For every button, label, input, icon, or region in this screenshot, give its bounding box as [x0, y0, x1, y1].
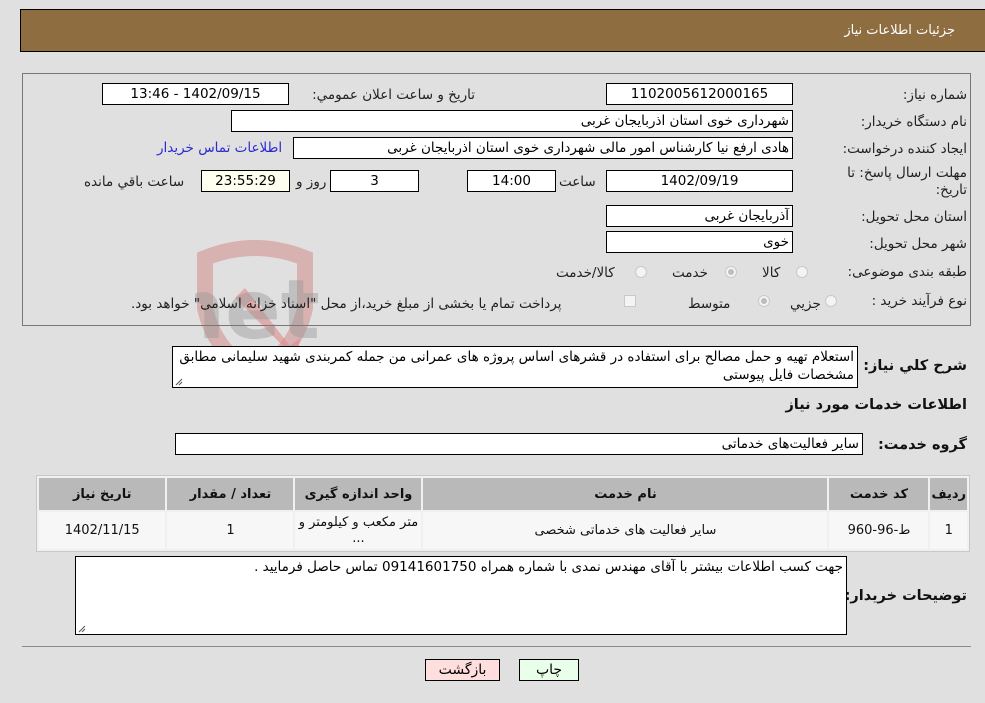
description-text: استعلام تهیه و حمل مصالح برای استفاده در…: [179, 349, 854, 383]
deadline-label-line1: مهلت ارسال پاسخ: تا: [847, 165, 967, 181]
column-header-quantity: تعداد / مقدار: [167, 478, 294, 510]
column-header-row-number: ردیف: [930, 478, 967, 510]
service-group-field: سایر فعالیت‌های خدماتی: [175, 433, 863, 455]
category-radio-goods[interactable]: [796, 266, 808, 278]
column-header-service-name: نام خدمت: [423, 478, 828, 510]
resize-grip-icon[interactable]: [175, 378, 183, 386]
process-radio-small[interactable]: [825, 295, 837, 307]
cell-row-number: 1: [930, 512, 967, 549]
services-table: ردیف کد خدمت نام خدمت واحد اندازه گیری ت…: [36, 475, 970, 552]
deadline-time-field: 14:00: [467, 170, 556, 192]
days-label: روز و: [296, 174, 327, 190]
buyer-notes-text: جهت کسب اطلاعات بیشتر با آقای مهندس نمدی…: [254, 559, 843, 575]
category-label: طبقه بندی موضوعی:: [847, 264, 967, 280]
cell-unit: متر مکعب و کیلومتر و ...: [295, 512, 422, 549]
process-small-label: جزيي: [790, 296, 821, 312]
column-header-unit: واحد اندازه گیری: [295, 478, 422, 510]
remaining-time-field: 23:55:29: [201, 170, 290, 192]
description-label: شرح کلي نیاز:: [863, 358, 967, 374]
remaining-days-field: 3: [330, 170, 419, 192]
resize-grip-icon[interactable]: [78, 625, 86, 633]
page-header: جزئیات اطلاعات نیاز: [20, 9, 985, 52]
back-button[interactable]: بازگشت: [425, 659, 500, 681]
buyer-org-label: نام دستگاه خریدار:: [860, 114, 967, 130]
deadline-label-line2: تاریخ:: [935, 182, 967, 198]
cell-quantity: 1: [167, 512, 294, 549]
need-number-field: 1102005612000165: [606, 83, 793, 105]
divider: [22, 646, 971, 647]
requester-label: ایجاد کننده درخواست:: [842, 141, 967, 157]
process-radio-medium[interactable]: [758, 295, 770, 307]
description-textarea[interactable]: استعلام تهیه و حمل مصالح برای استفاده در…: [172, 346, 858, 388]
deadline-date-field: 1402/09/19: [606, 170, 793, 192]
buyer-org-field: شهرداری خوی استان اذربایجان غربی: [231, 110, 793, 132]
requester-field: هادی ارفع نیا کارشناس امور مالی شهرداری …: [293, 137, 793, 159]
remaining-time-label: ساعت باقي مانده: [84, 174, 185, 190]
announce-datetime-field: 1402/09/15 - 13:46: [102, 83, 289, 105]
category-service-label: خدمت: [672, 265, 708, 281]
category-radio-service[interactable]: [725, 266, 737, 278]
buyer-notes-textarea[interactable]: جهت کسب اطلاعات بیشتر با آقای مهندس نمدی…: [75, 556, 847, 635]
province-label: استان محل تحویل:: [861, 209, 967, 225]
column-header-need-date: تاریخ نیاز: [39, 478, 166, 510]
process-label: نوع فرآیند خرید :: [871, 293, 967, 309]
process-medium-label: متوسط: [688, 296, 731, 312]
treasury-checkbox[interactable]: [624, 295, 636, 307]
category-goods-service-label: کالا/خدمت: [556, 265, 615, 281]
print-button[interactable]: چاپ: [519, 659, 579, 681]
buyer-contact-link[interactable]: اطلاعات تماس خریدار: [157, 140, 282, 156]
column-header-service-code: کد خدمت: [829, 478, 929, 510]
table-row: 1 ط-96-960 سایر فعالیت های خدماتی شخصی م…: [39, 512, 967, 549]
table-header-row: ردیف کد خدمت نام خدمت واحد اندازه گیری ت…: [39, 478, 967, 510]
page-title: جزئیات اطلاعات نیاز: [844, 23, 955, 38]
category-goods-label: کالا: [762, 265, 781, 281]
cell-need-date: 1402/11/15: [39, 512, 166, 549]
buyer-notes-label: توضیحات خریدار:: [844, 588, 967, 604]
city-field: خوی: [606, 231, 793, 253]
category-radio-goods-service[interactable]: [635, 266, 647, 278]
service-group-label: گروه خدمت:: [877, 437, 967, 453]
city-label: شهر محل تحویل:: [869, 236, 967, 252]
deadline-time-label: ساعت: [559, 174, 596, 190]
province-field: آذربایجان غربی: [606, 205, 793, 227]
cell-service-name: سایر فعالیت های خدماتی شخصی: [423, 512, 828, 549]
services-section-title: اطلاعات خدمات مورد نیاز: [785, 397, 967, 413]
cell-service-code: ط-96-960: [829, 512, 929, 549]
treasury-checkbox-label: پرداخت تمام یا بخشی از مبلغ خرید،از محل …: [131, 296, 562, 312]
need-number-label: شماره نیاز:: [902, 87, 967, 103]
announce-label: تاریخ و ساعت اعلان عمومي:: [312, 87, 475, 103]
